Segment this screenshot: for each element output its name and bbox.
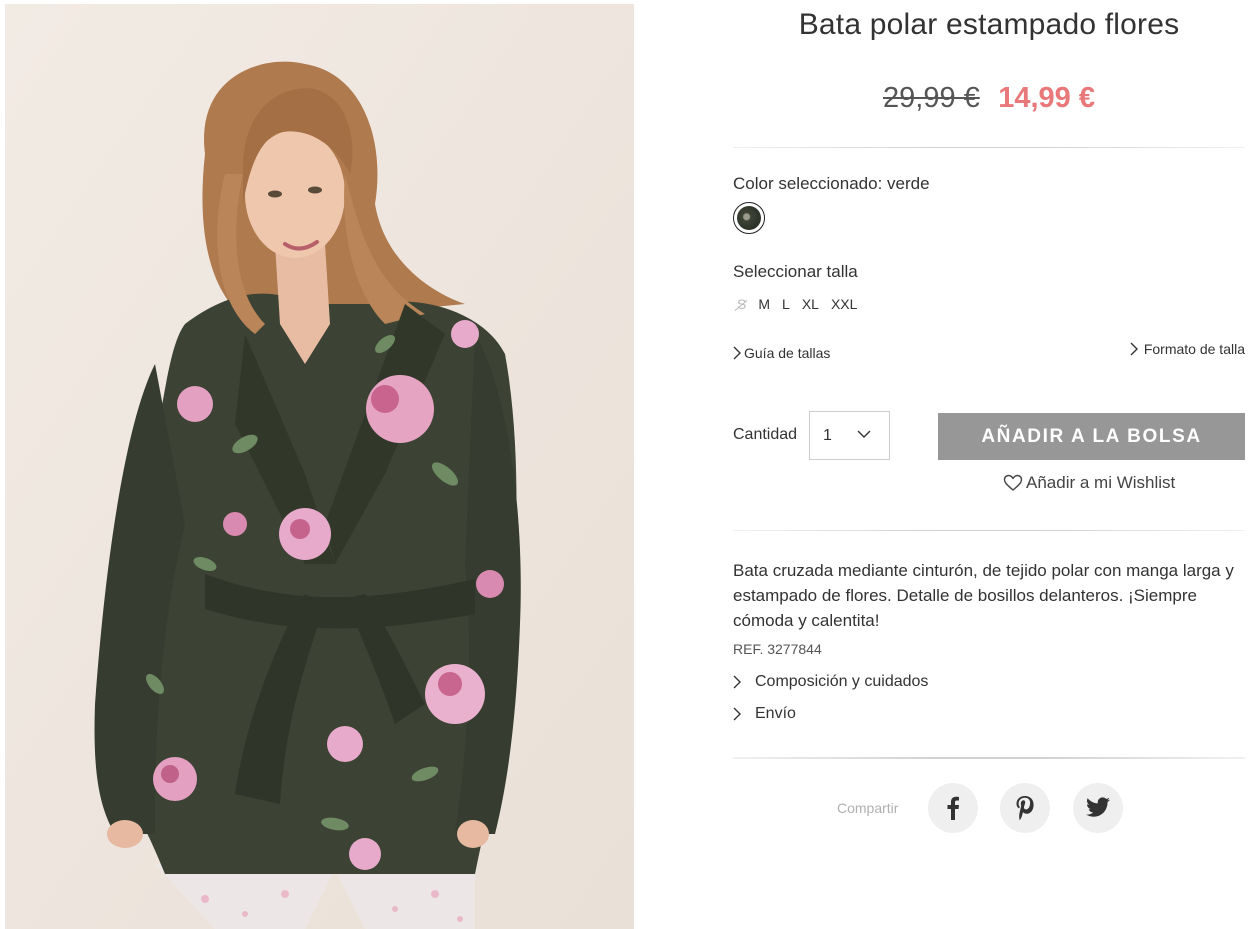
chevron-right-icon bbox=[733, 707, 741, 721]
share-label: Compartir bbox=[837, 800, 899, 816]
chevron-right-icon bbox=[1130, 342, 1138, 356]
accordion-shipping[interactable]: Envío bbox=[733, 705, 796, 723]
add-to-bag-button[interactable]: AÑADIR A LA BOLSA bbox=[938, 413, 1245, 460]
size-option-xl[interactable]: XL bbox=[796, 296, 825, 312]
quantity-select[interactable]: 1 bbox=[809, 411, 890, 460]
swatch-fill bbox=[737, 206, 761, 230]
wishlist-label: Añadir a mi Wishlist bbox=[1026, 473, 1176, 492]
size-label: Seleccionar talla bbox=[733, 262, 858, 281]
product-title: Bata polar estampado flores bbox=[798, 8, 1180, 41]
product-reference: REF. 3277844 bbox=[733, 641, 822, 657]
product-photo-illustration bbox=[5, 4, 634, 929]
old-price: 29,99 € bbox=[883, 82, 980, 114]
size-format-label: Formato de talla bbox=[1143, 341, 1245, 357]
color-swatch-verde[interactable] bbox=[733, 202, 765, 234]
size-option-l[interactable]: L bbox=[776, 296, 796, 312]
size-options: S M L XL XXL bbox=[731, 296, 863, 312]
accordion-composition-label: Composición y cuidados bbox=[755, 673, 929, 690]
size-guide-link[interactable]: Guía de tallas bbox=[733, 345, 830, 361]
divider bbox=[733, 757, 1245, 759]
divider bbox=[733, 530, 1245, 531]
product-description: Bata cruzada mediante cinturón, de tejid… bbox=[733, 561, 1234, 630]
pinterest-share-button[interactable] bbox=[1000, 783, 1050, 833]
sale-price: 14,99 € bbox=[998, 82, 1095, 114]
size-format-link[interactable]: Formato de talla bbox=[1130, 341, 1245, 357]
quantity-value: 1 bbox=[823, 426, 832, 444]
heart-icon bbox=[1003, 474, 1023, 491]
price-block: 29,99 € 14,99 € bbox=[733, 82, 1245, 115]
product-image[interactable] bbox=[5, 4, 634, 929]
accordion-shipping-label: Envío bbox=[755, 705, 796, 722]
chevron-down-icon bbox=[857, 430, 871, 438]
twitter-share-button[interactable] bbox=[1073, 783, 1123, 833]
size-option-m[interactable]: M bbox=[752, 296, 776, 312]
chevron-right-icon bbox=[733, 675, 741, 689]
wishlist-button[interactable]: Añadir a mi Wishlist bbox=[1003, 473, 1175, 493]
color-label: Color seleccionado: verde bbox=[733, 174, 930, 193]
pinterest-icon bbox=[1016, 796, 1034, 820]
chevron-right-icon bbox=[733, 346, 741, 360]
size-option-xxl[interactable]: XXL bbox=[825, 296, 863, 312]
accordion-composition[interactable]: Composición y cuidados bbox=[733, 673, 928, 691]
twitter-icon bbox=[1086, 797, 1110, 817]
facebook-share-button[interactable] bbox=[928, 783, 978, 833]
size-option-s: S bbox=[731, 296, 752, 312]
size-guide-label: Guía de tallas bbox=[744, 345, 831, 361]
divider bbox=[733, 147, 1245, 148]
quantity-label: Cantidad bbox=[733, 426, 798, 443]
facebook-icon bbox=[947, 796, 959, 820]
